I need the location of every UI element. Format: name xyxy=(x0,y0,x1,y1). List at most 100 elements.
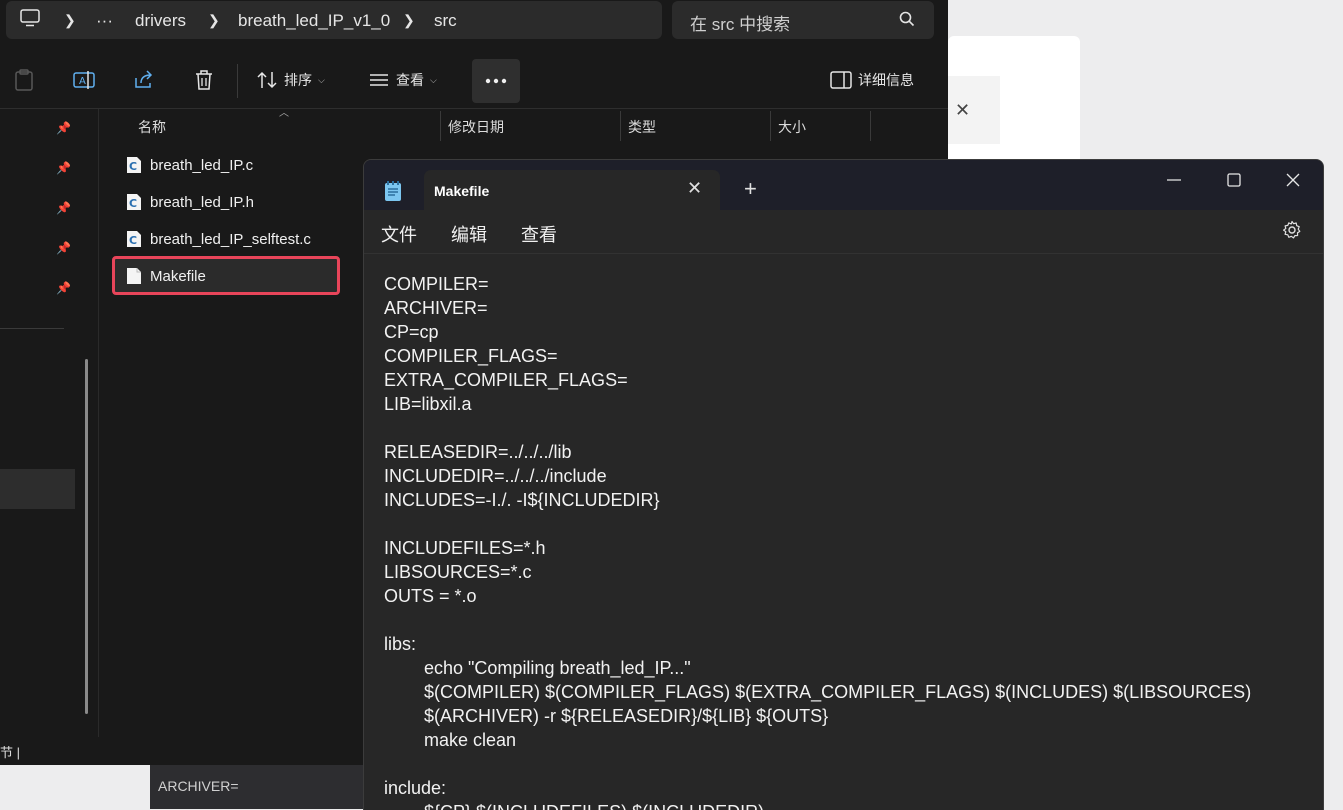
this-pc-icon[interactable] xyxy=(20,9,40,32)
code-line: CP=cp xyxy=(384,322,439,342)
breadcrumb-chevron-icon: ❯ xyxy=(64,12,76,28)
code-line: echo "Compiling breath_led_IP..." xyxy=(424,658,691,678)
paste-icon[interactable] xyxy=(12,68,36,92)
more-options-button[interactable] xyxy=(472,59,520,103)
close-icon[interactable]: ✕ xyxy=(955,100,970,121)
menu-file[interactable]: 文件 xyxy=(381,221,417,247)
view-button[interactable]: 查看 ⌵ xyxy=(368,66,437,94)
menu-edit[interactable]: 编辑 xyxy=(451,221,487,247)
nav-scrollbar[interactable] xyxy=(85,359,88,714)
share-icon[interactable] xyxy=(132,68,156,92)
pin-icon[interactable]: 📌 xyxy=(56,161,71,175)
breadcrumb-src[interactable]: src xyxy=(434,11,457,31)
breadcrumb-overflow[interactable]: ··· xyxy=(96,11,113,31)
column-header-type[interactable]: 类型 xyxy=(628,117,656,149)
details-pane-icon xyxy=(830,71,852,89)
status-bar: 节 | xyxy=(0,745,20,760)
notepad-app-icon xyxy=(385,181,401,201)
sort-ascending-icon: ︿ xyxy=(279,108,289,119)
code-line: INCLUDES=-I./. -I${INCLUDEDIR} xyxy=(384,490,660,510)
maximize-icon[interactable] xyxy=(1211,168,1257,192)
toolbar-divider xyxy=(237,64,238,98)
nav-item-selected[interactable] xyxy=(0,469,75,509)
svg-text:A: A xyxy=(79,76,86,87)
tab-title: Makefile xyxy=(434,183,490,199)
svg-text:C: C xyxy=(129,160,137,173)
c-source-file-icon: C xyxy=(127,157,141,173)
code-line: RELEASEDIR=../../../lib xyxy=(384,442,572,462)
column-divider[interactable] xyxy=(870,111,871,141)
close-tab-icon[interactable]: ✕ xyxy=(687,178,702,199)
code-line: COMPILER= xyxy=(384,274,489,294)
tab-makefile[interactable]: Makefile ✕ xyxy=(424,170,720,210)
breadcrumb-chevron-icon: ❯ xyxy=(208,12,220,28)
more-icon xyxy=(485,78,507,84)
navigation-pane: 📌 📌 📌 📌 📌 xyxy=(0,109,99,737)
file-name: breath_led_IP.c xyxy=(150,156,254,174)
code-line: libs: xyxy=(384,634,417,654)
close-window-icon[interactable] xyxy=(1270,168,1316,192)
code-line: LIBSOURCES=*.c xyxy=(384,562,532,582)
command-bar: A 排序 ⌵ 查看 ⌵ 详细信息 xyxy=(0,52,948,109)
pin-icon[interactable]: 📌 xyxy=(56,201,71,215)
breadcrumb-breath-led-ip[interactable]: breath_led_IP_v1_0 xyxy=(238,11,390,31)
nav-divider xyxy=(0,328,64,329)
file-row-breath-led-ip-selftest-c[interactable]: C breath_led_IP_selftest.c xyxy=(112,222,362,256)
pin-icon[interactable]: 📌 xyxy=(56,281,71,295)
sort-icon xyxy=(257,71,277,89)
details-pane-button[interactable]: 详细信息 xyxy=(830,66,914,94)
notepad-titlebar[interactable]: Makefile ✕ + xyxy=(364,160,1323,210)
code-line: $(ARCHIVER) -r ${RELEASEDIR}/${LIB} ${OU… xyxy=(424,706,829,726)
search-placeholder: 在 src 中搜索 xyxy=(690,15,791,34)
delete-icon[interactable] xyxy=(192,68,216,92)
search-icon[interactable] xyxy=(898,10,916,33)
search-input[interactable]: 在 src 中搜索 xyxy=(672,1,934,39)
text-editor-area[interactable]: COMPILER= ARCHIVER= CP=cp COMPILER_FLAGS= EX… xyxy=(364,253,1323,810)
blank-file-icon xyxy=(127,268,141,284)
file-name: Makefile xyxy=(150,267,206,285)
code-line: ARCHIVER= xyxy=(384,298,488,318)
code-line: COMPILER_FLAGS= xyxy=(384,346,558,366)
pin-icon[interactable]: 📌 xyxy=(56,241,71,255)
code-line: LIB=libxil.a xyxy=(384,394,472,414)
view-list-icon xyxy=(370,74,388,86)
column-divider[interactable] xyxy=(620,111,621,141)
file-name: breath_led_IP_selftest.c xyxy=(150,230,311,248)
notepad-menubar: 文件 编辑 查看 xyxy=(364,210,1323,254)
column-header-name[interactable]: 名称 xyxy=(138,117,166,149)
address-bar[interactable]: ❯ ··· drivers ❯ breath_led_IP_v1_0 ❯ src xyxy=(6,1,662,39)
code-line: include: xyxy=(384,778,447,798)
svg-text:C: C xyxy=(129,234,137,247)
code-line: INCLUDEDIR=../../../include xyxy=(384,466,607,486)
sort-label: 排序 xyxy=(284,72,312,88)
menu-view[interactable]: 查看 xyxy=(521,221,557,247)
code-line: OUTS = *.o xyxy=(384,586,477,606)
file-row-breath-led-ip-c[interactable]: C breath_led_IP.c xyxy=(112,148,362,182)
column-header-size[interactable]: 大小 xyxy=(778,117,806,149)
code-line: EXTRA_COMPILER_FLAGS= xyxy=(384,370,628,390)
view-label: 查看 xyxy=(396,72,424,88)
sort-button[interactable]: 排序 ⌵ xyxy=(256,66,325,94)
svg-text:C: C xyxy=(129,197,137,210)
minimize-icon[interactable] xyxy=(1151,168,1197,192)
file-row-makefile[interactable]: Makefile xyxy=(112,259,362,293)
code-line: make clean xyxy=(424,730,517,750)
pin-icon[interactable]: 📌 xyxy=(56,121,71,135)
column-header-date-modified[interactable]: 修改日期 xyxy=(448,117,504,149)
c-source-file-icon: C xyxy=(127,194,141,210)
breadcrumb-drivers[interactable]: drivers xyxy=(135,11,186,31)
background-editor-line: ARCHIVER= xyxy=(158,778,239,794)
notepad-window: Makefile ✕ + 文件 编辑 查看 COMPILER= ARCHIVER=… xyxy=(363,159,1324,810)
new-tab-icon[interactable]: + xyxy=(744,178,757,200)
details-label: 详细信息 xyxy=(858,72,914,88)
chevron-down-icon: ⌵ xyxy=(318,74,325,85)
code-line: $(COMPILER) $(COMPILER_FLAGS) $(EXTRA_CO… xyxy=(424,682,1252,702)
chevron-down-icon: ⌵ xyxy=(430,74,437,85)
rename-icon[interactable]: A xyxy=(72,68,96,92)
settings-gear-icon[interactable] xyxy=(1282,220,1302,245)
file-row-breath-led-ip-h[interactable]: C breath_led_IP.h xyxy=(112,185,362,219)
file-name: breath_led_IP.h xyxy=(150,193,254,211)
breadcrumb-chevron-icon: ❯ xyxy=(403,12,415,28)
column-divider[interactable] xyxy=(440,111,441,141)
column-divider[interactable] xyxy=(770,111,771,141)
